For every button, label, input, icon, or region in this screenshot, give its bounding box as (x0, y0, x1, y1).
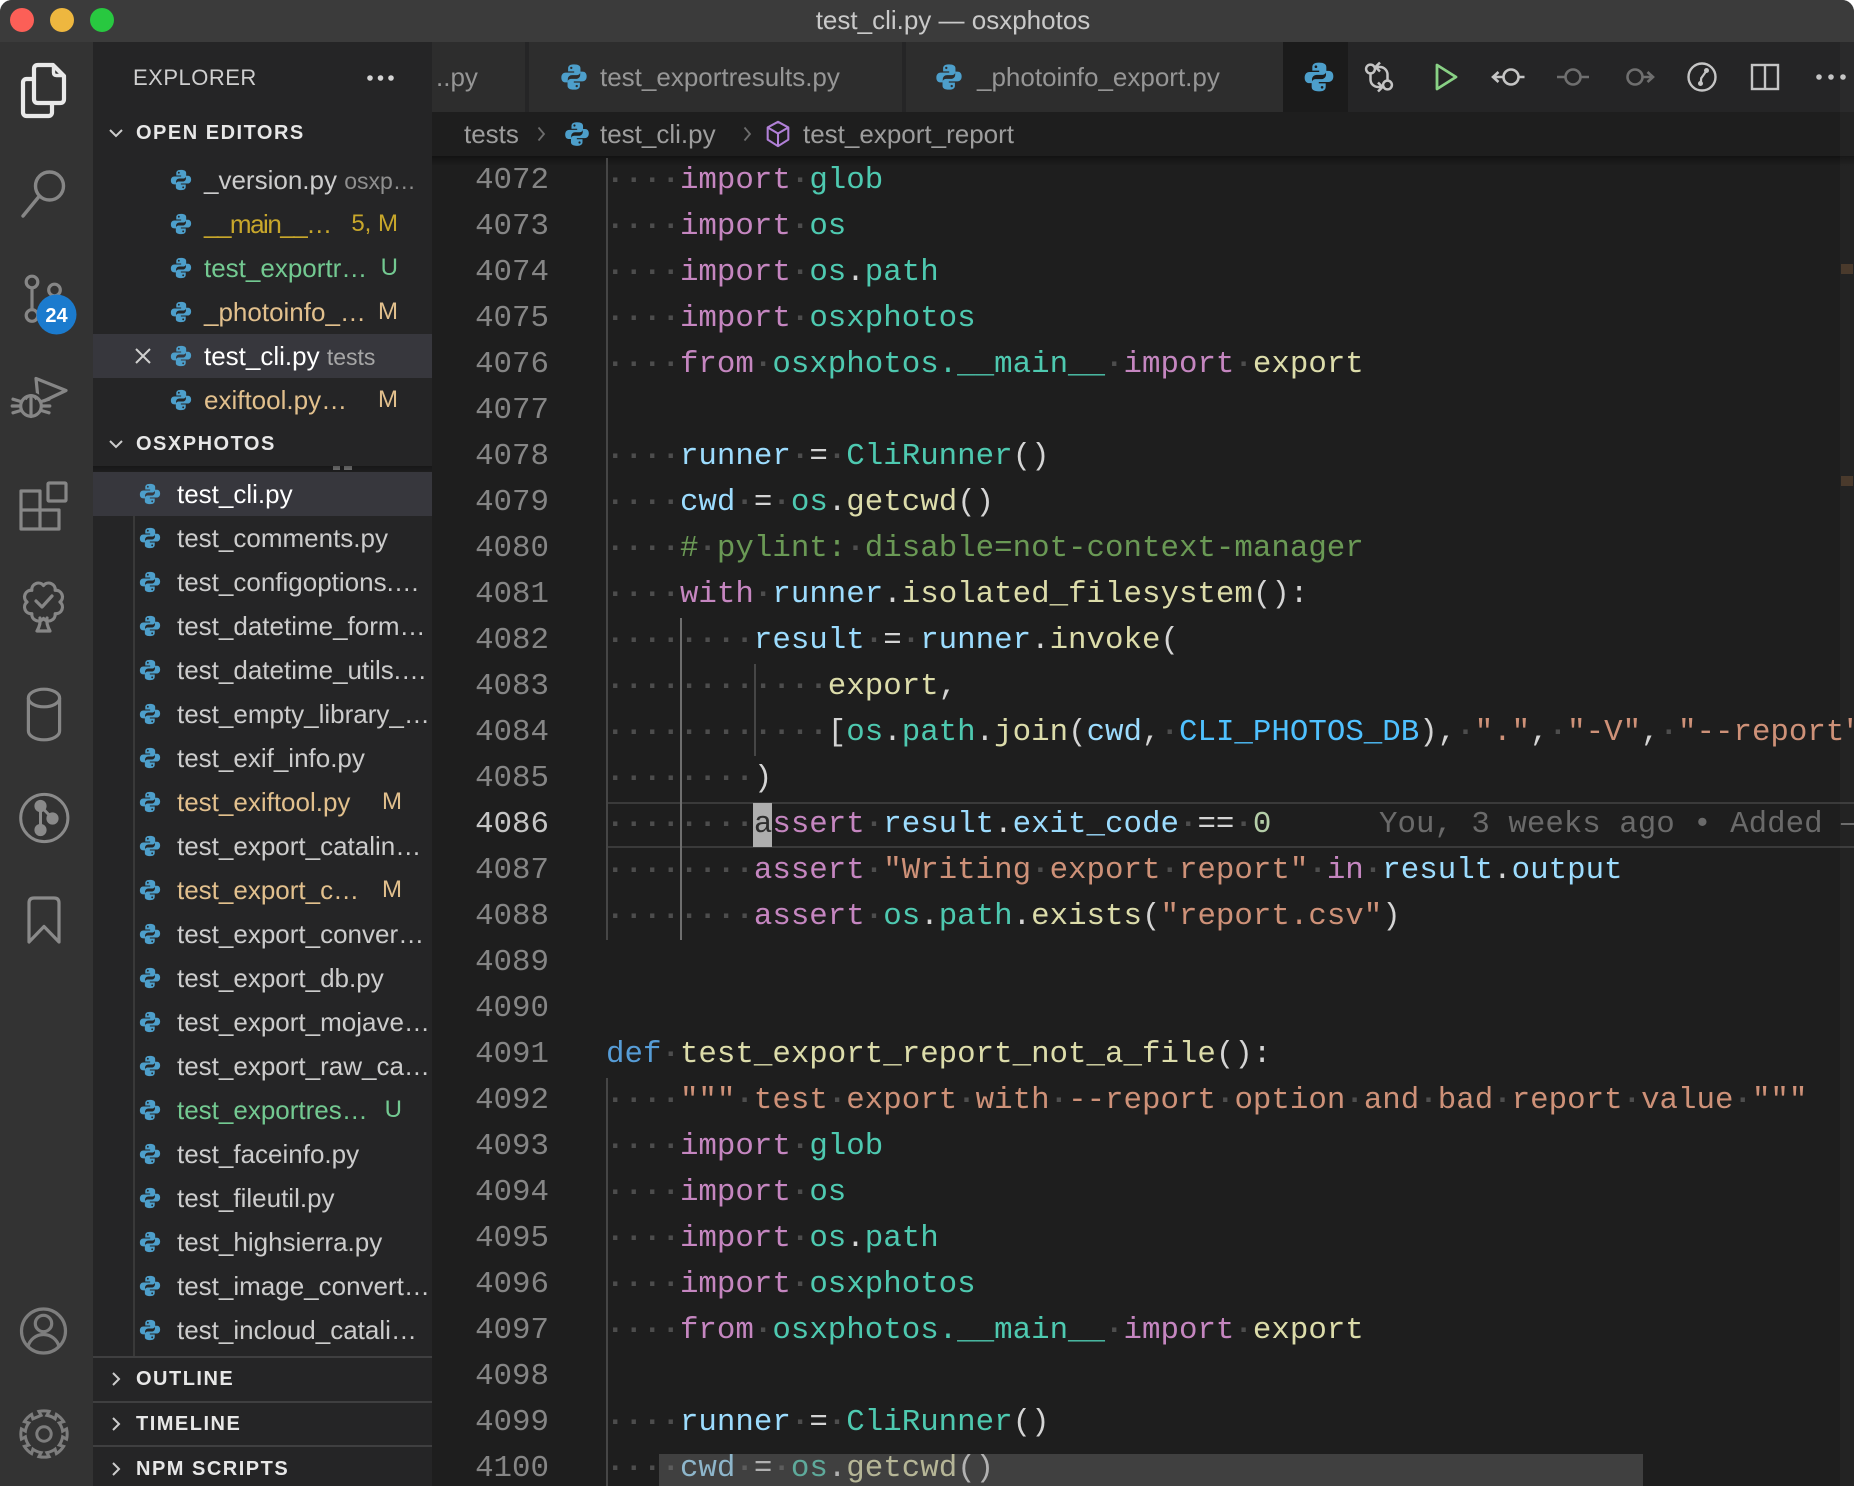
svg-text:24: 24 (45, 305, 68, 327)
